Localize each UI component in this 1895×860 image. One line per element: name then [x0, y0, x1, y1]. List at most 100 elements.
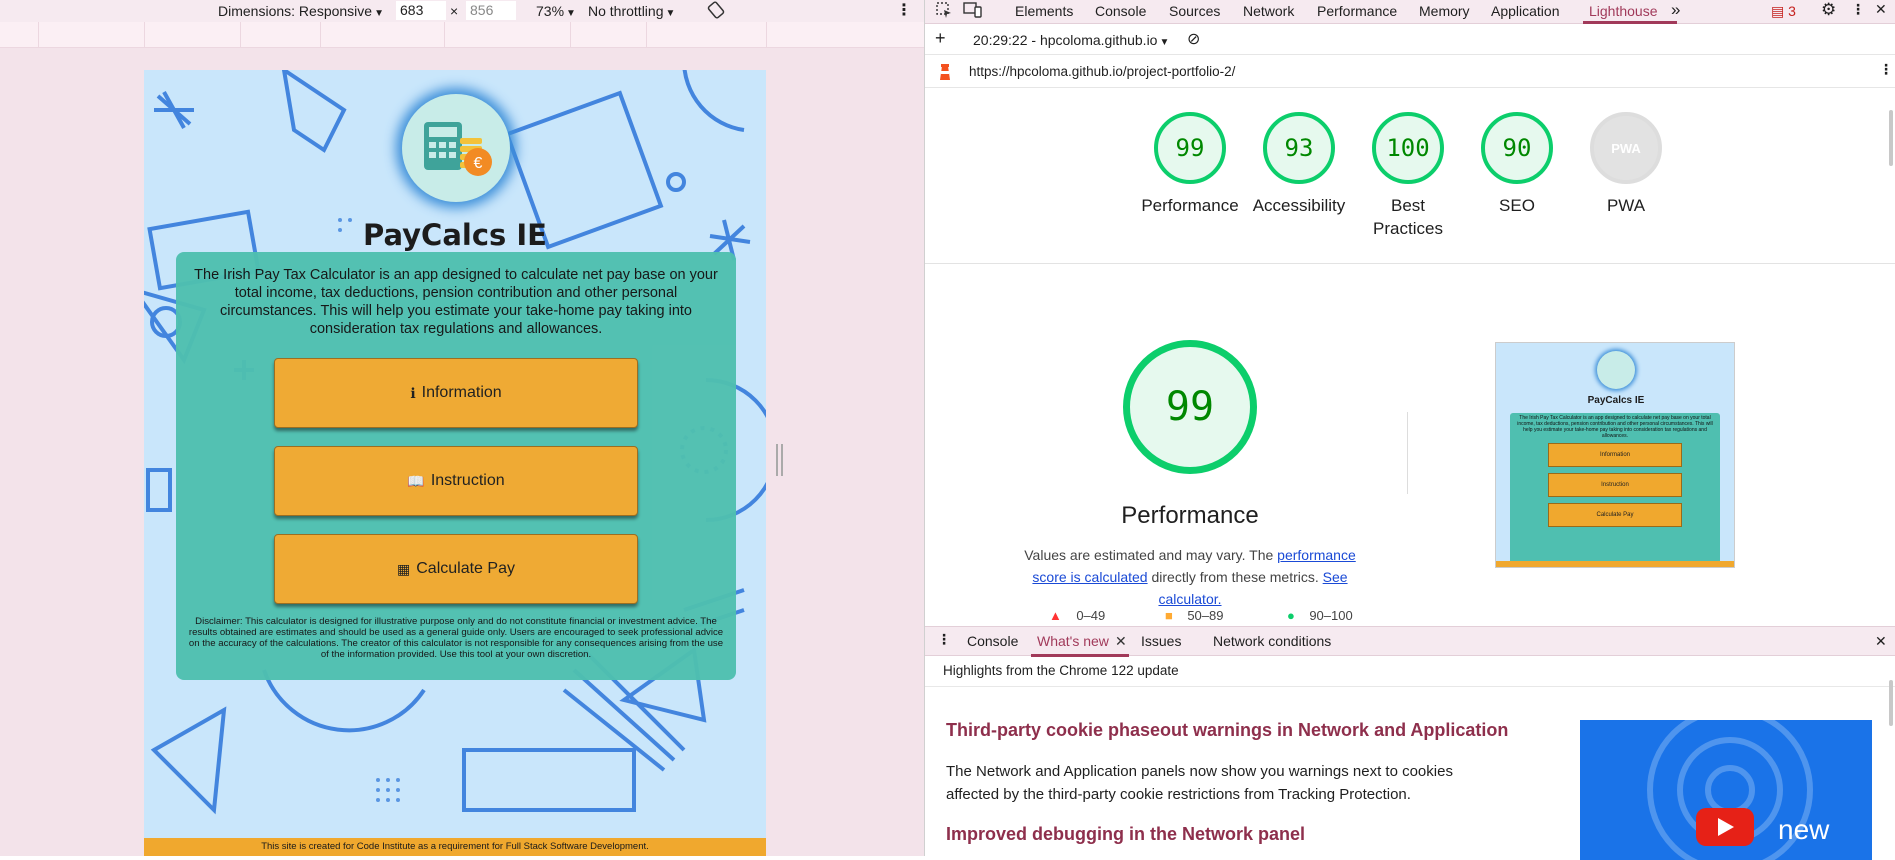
throttling-dropdown[interactable]: No throttling ▼: [588, 3, 675, 19]
dimension-separator: ×: [450, 3, 459, 19]
gauge-seo[interactable]: 90 SEO: [1462, 112, 1572, 217]
drawer-tab-console[interactable]: Console: [967, 633, 1018, 649]
calculator-icon: ▦: [397, 560, 411, 577]
drawer-scrollbar[interactable]: [1889, 680, 1893, 726]
book-icon: 📖: [407, 472, 425, 489]
gauge-pwa[interactable]: PWA PWA: [1571, 112, 1681, 217]
seo-label: SEO: [1499, 196, 1535, 215]
tab-console[interactable]: Console: [1095, 3, 1146, 19]
gauge-best-practices[interactable]: 100 Best Practices: [1353, 112, 1463, 240]
width-input[interactable]: 683: [396, 1, 446, 20]
thumb-calculate-button: Calculate Pay: [1548, 503, 1682, 527]
performance-title: Performance: [1121, 502, 1259, 529]
instruction-label: Instruction: [430, 472, 505, 489]
performance-score: 99: [1154, 112, 1226, 184]
score-legend: ▲ 0–49 ■ 50–89 ● 90–100: [1049, 608, 1389, 626]
best-practices-score: 100: [1372, 112, 1444, 184]
close-drawer-icon[interactable]: ✕: [1875, 633, 1887, 650]
zoom-dropdown[interactable]: 73% ▼: [536, 3, 576, 19]
device-toggle-icon[interactable]: [963, 1, 983, 22]
tab-application[interactable]: Application: [1491, 3, 1560, 19]
thumb-logo: [1597, 351, 1635, 389]
device-mode-pane: Dimensions: Responsive ▼ 683 × 856 73% ▼ N…: [0, 0, 924, 856]
lighthouse-report-bar: + 20:29:22 - hpcoloma.github.io ▼ ⊘: [925, 25, 1895, 55]
whats-new-highlights: Highlights from the Chrome 122 update: [925, 657, 1895, 687]
inspect-element-icon[interactable]: [935, 1, 953, 22]
seo-score: 90: [1481, 112, 1553, 184]
play-icon[interactable]: [1696, 808, 1754, 846]
devtools-menu-icon[interactable]: ⋮: [1851, 1, 1865, 18]
tab-memory[interactable]: Memory: [1419, 3, 1470, 19]
report-selector[interactable]: 20:29:22 - hpcoloma.github.io ▼: [973, 32, 1169, 48]
performance-note: Values are estimated and may vary. The p…: [1024, 547, 1356, 607]
intro-card: The Irish Pay Tax Calculator is an app d…: [176, 252, 736, 680]
tab-sources[interactable]: Sources: [1169, 3, 1220, 19]
resize-handle[interactable]: [776, 444, 783, 476]
disclaimer-text: Disclaimer: This calculator is designed …: [188, 616, 724, 660]
dimensions-dropdown[interactable]: Dimensions: Responsive ▼: [218, 3, 384, 19]
performance-label: Performance: [1141, 196, 1239, 215]
pwa-badge: PWA: [1590, 112, 1662, 184]
new-report-icon[interactable]: +: [935, 28, 946, 49]
media-query-ruler: [0, 22, 924, 48]
divider: [1407, 412, 1408, 494]
site-title: PayCalcs IE: [363, 218, 547, 252]
more-tabs-icon[interactable]: »: [1671, 0, 1680, 20]
thumb-instruction-button: Instruction: [1548, 473, 1682, 497]
rotate-icon[interactable]: [706, 0, 726, 23]
accessibility-score: 93: [1263, 112, 1335, 184]
best-practices-label: Best Practices: [1373, 196, 1443, 238]
whats-new-paragraph-1: The Network and Application panels now s…: [946, 763, 1453, 803]
thumb-information-button: Information: [1548, 443, 1682, 467]
tab-lighthouse[interactable]: Lighthouse: [1589, 3, 1658, 19]
issues-icon: ▤: [1771, 3, 1785, 19]
gauge-accessibility[interactable]: 93 Accessibility: [1244, 112, 1354, 217]
drawer-tab-issues[interactable]: Issues: [1141, 633, 1181, 649]
report-scrollbar[interactable]: [1889, 110, 1893, 166]
more-options-icon[interactable]: ⋮: [896, 0, 912, 20]
report-menu-icon[interactable]: ⋮: [1879, 61, 1893, 78]
site-footer: This site is created for Code Institute …: [144, 838, 766, 856]
calculate-pay-button[interactable]: ▦ Calculate Pay: [274, 534, 638, 604]
intro-text: The Irish Pay Tax Calculator is an app d…: [194, 267, 718, 337]
gauge-performance[interactable]: 99 Performance: [1135, 112, 1245, 217]
audited-url[interactable]: https://hpcoloma.github.io/project-portf…: [969, 64, 1235, 79]
drawer-tabbar: ⋮ Console What's new ✕ Issues Network co…: [925, 626, 1895, 657]
instruction-button[interactable]: 📖 Instruction: [274, 446, 638, 516]
thumb-intro: The Irish Pay Tax Calculator is an app d…: [1517, 415, 1713, 439]
drawer-tab-whats-new[interactable]: What's new: [1037, 633, 1109, 649]
settings-icon[interactable]: ⚙: [1821, 0, 1836, 20]
tab-performance[interactable]: Performance: [1317, 3, 1397, 19]
legend-fail: ▲ 0–49: [1049, 608, 1106, 623]
pwa-label: PWA: [1606, 196, 1646, 215]
legend-pass: ● 90–100: [1287, 608, 1353, 623]
lighthouse-score-summary: 99 Performance 93 Accessibility 100 Best…: [925, 88, 1895, 264]
tab-network[interactable]: Network: [1243, 3, 1294, 19]
close-devtools-icon[interactable]: ✕: [1875, 1, 1887, 18]
clear-reports-icon[interactable]: ⊘: [1187, 29, 1200, 49]
thumb-title: PayCalcs IE: [1587, 395, 1645, 406]
device-toolbar: Dimensions: Responsive ▼ 683 × 856 73% ▼ N…: [0, 0, 924, 22]
issues-badge[interactable]: ▤ 3: [1771, 3, 1796, 20]
calculator-logo: €: [402, 94, 510, 202]
whats-new-heading-1[interactable]: Third-party cookie phaseout warnings in …: [946, 720, 1508, 741]
drawer-menu-icon[interactable]: ⋮: [937, 631, 951, 648]
information-label: Information: [421, 384, 502, 401]
calculate-pay-label: Calculate Pay: [416, 560, 515, 577]
lighthouse-url-bar: https://hpcoloma.github.io/project-portf…: [925, 56, 1895, 88]
devtools-panel: Elements Console Sources Network Perform…: [924, 0, 1895, 860]
height-input[interactable]: 856: [466, 1, 516, 20]
svg-text:€: €: [474, 155, 483, 172]
information-button[interactable]: ℹ Information: [274, 358, 638, 428]
active-tab-indicator: [1583, 21, 1677, 24]
video-new-badge: new: [1778, 814, 1830, 845]
thumb-footer: [1496, 561, 1734, 567]
tab-elements[interactable]: Elements: [1015, 3, 1073, 19]
drawer-tab-network-conditions[interactable]: Network conditions: [1213, 633, 1331, 649]
accessibility-label: Accessibility: [1252, 196, 1346, 215]
final-screenshot-thumbnail[interactable]: PayCalcs IE The Irish Pay Tax Calculator…: [1495, 342, 1735, 568]
devtools-tabbar: Elements Console Sources Network Perform…: [925, 0, 1895, 24]
whats-new-video-thumbnail[interactable]: new: [1580, 720, 1872, 860]
close-whats-new-icon[interactable]: ✕: [1115, 633, 1127, 650]
whats-new-heading-2[interactable]: Improved debugging in the Network panel: [946, 824, 1305, 845]
